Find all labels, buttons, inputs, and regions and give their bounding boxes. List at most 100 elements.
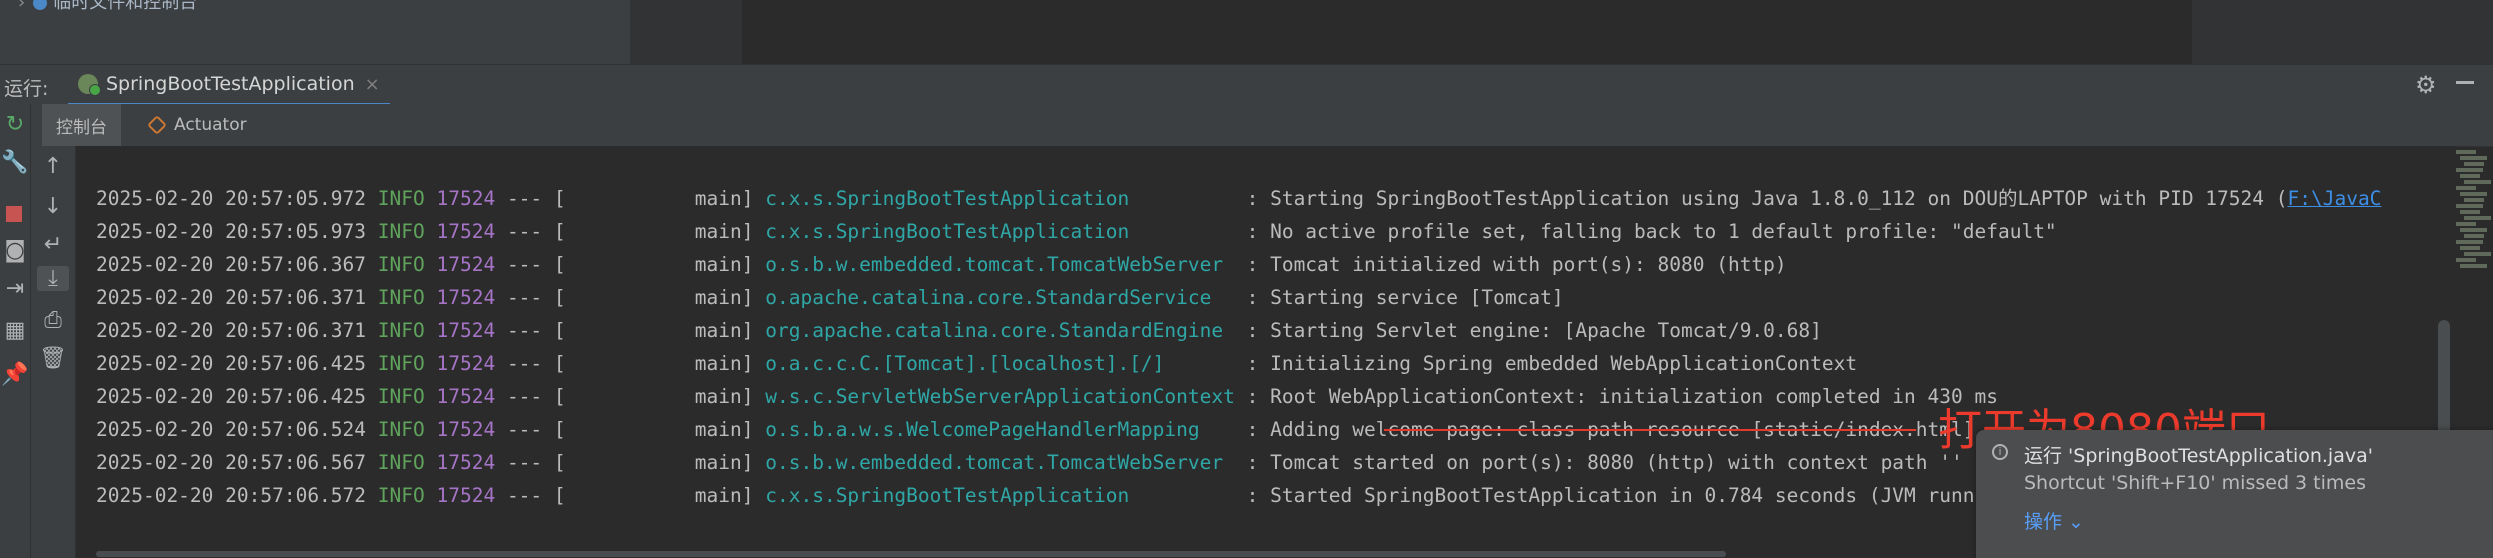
minimap-line [2460,174,2480,178]
notification-body: Shortcut 'Shift+F10' missed 3 times [2024,472,2366,494]
log-line: 2025-02-20 20:57:05.972 INFO 17524 --- [… [96,184,2381,214]
close-icon[interactable]: × [365,74,380,95]
scratch-icon [33,0,48,10]
exit-icon[interactable]: ⇥ [0,276,30,301]
scroll-to-end-icon[interactable]: ⤓ [37,266,69,291]
minimap-line [2460,246,2480,250]
log-logger: o.s.b.w.embedded.tomcat.TomcatWebServer [765,253,1224,276]
tree-item-scratches[interactable]: › 临时文件和控制台 [18,0,197,14]
side-panel [2192,0,2493,64]
minimap-line [2464,234,2484,238]
minimap-line [2456,258,2476,262]
log-line: 2025-02-20 20:57:06.371 INFO 17524 --- [… [96,316,1822,346]
log-line: 2025-02-20 20:57:06.371 INFO 17524 --- [… [96,283,1564,313]
log-logger: o.a.c.c.C.[Tomcat].[localhost].[/] [765,352,1165,375]
trash-icon[interactable]: 🗑 [31,346,75,371]
rerun-icon[interactable]: ↻ [0,112,30,137]
log-timestamp: 2025-02-20 20:57:05.972 [96,187,367,210]
pin-icon[interactable]: 📌 [0,362,30,387]
log-message: : Initializing Spring embedded WebApplic… [1246,352,1858,375]
console-toolbar: ↑ ↓ ↵ ⤓ ⎙ 🗑 [31,146,76,558]
log-timestamp: 2025-02-20 20:57:06.371 [96,319,367,342]
log-pid: 17524 [436,385,496,408]
annotation-underline [1384,429,1916,431]
print-icon[interactable]: ⎙ [31,308,75,333]
log-thread: main] [565,385,754,408]
log-line: 2025-02-20 20:57:06.425 INFO 17524 --- [… [96,382,1998,412]
log-pid: 17524 [436,253,496,276]
log-timestamp: 2025-02-20 20:57:06.371 [96,286,367,309]
log-message: : Starting SpringBootTestApplication usi… [1246,187,2288,210]
arrow-up-icon[interactable]: ↑ [31,154,75,179]
log-line: 2025-02-20 20:57:06.367 INFO 17524 --- [… [96,250,1787,280]
log-padding [1211,286,1246,309]
log-timestamp: 2025-02-20 20:57:05.973 [96,220,367,243]
log-level: INFO [377,319,425,342]
minimap-line [2460,264,2487,268]
log-separator: --- [ [495,385,566,408]
minimap-line [2456,222,2476,226]
log-pid: 17524 [436,352,496,375]
minimap-line [2460,228,2487,232]
log-timestamp: 2025-02-20 20:57:06.425 [96,352,367,375]
log-separator: --- [ [495,352,566,375]
chevron-right-icon[interactable]: › [18,0,25,13]
log-level: INFO [377,385,425,408]
log-thread: main] [565,253,754,276]
log-logger: org.apache.catalina.core.StandardEngine [765,319,1224,342]
gear-icon[interactable]: ⚙ [2415,71,2437,99]
horizontal-scrollbar[interactable] [96,551,1726,557]
minimap-line [2460,156,2487,160]
log-level: INFO [377,484,425,507]
log-pid: 17524 [436,319,496,342]
log-padding [1200,418,1247,441]
log-timestamp: 2025-02-20 20:57:06.367 [96,253,367,276]
minimap-line [2456,240,2483,244]
log-logger: c.x.s.SpringBootTestApplication [765,220,1130,243]
tree-item-label: 临时文件和控制台 [53,0,198,13]
notification-action-link[interactable]: 操作 ⌄ [2024,507,2084,534]
tab-console[interactable]: 控制台 [42,104,121,146]
wrench-icon[interactable]: 🔧 [0,150,30,175]
log-padding [1164,352,1246,375]
log-logger: c.x.s.SpringBootTestApplication [765,484,1130,507]
project-tree-panel: › 临时文件和控制台 [0,0,630,64]
log-padding [1129,187,1246,210]
log-level: INFO [377,451,425,474]
minimap-line [2456,186,2476,190]
minimap-line [2464,162,2484,166]
run-tab-label: SpringBootTestApplication [106,73,355,95]
layout-icon[interactable]: ▦ [0,318,30,343]
stop-icon[interactable] [6,206,22,222]
log-thread: main] [565,187,754,210]
log-link[interactable]: F:\JavaC [2288,187,2382,210]
log-padding [1235,385,1247,408]
log-message: : Starting Servlet engine: [Apache Tomca… [1246,319,1822,342]
soft-wrap-icon[interactable]: ↵ [31,232,75,257]
log-separator: --- [ [495,187,566,210]
log-timestamp: 2025-02-20 20:57:06.567 [96,451,367,474]
log-thread: main] [565,286,754,309]
log-separator: --- [ [495,418,566,441]
log-padding [1223,451,1246,474]
log-message: : Starting service [Tomcat] [1246,286,1564,309]
notification-balloon[interactable]: i 运行 'SpringBootTestApplication.java' Sh… [1976,430,2493,558]
notification-title: 运行 'SpringBootTestApplication.java' [2024,445,2373,467]
info-icon: i [1992,444,2008,460]
actuator-icon [148,116,166,134]
log-thread: main] [565,484,754,507]
log-padding [1223,319,1246,342]
tab-actuator[interactable]: Actuator [138,104,257,146]
log-padding [1223,253,1246,276]
log-separator: --- [ [495,484,566,507]
log-logger: o.apache.catalina.core.StandardService [765,286,1212,309]
minimize-icon[interactable] [2456,81,2474,84]
arrow-down-icon[interactable]: ↓ [31,194,75,219]
minimap-line [2456,204,2483,208]
run-tab-springboot[interactable]: SpringBootTestApplication × [68,65,390,107]
tab-console-label: 控制台 [56,117,107,138]
log-pid: 17524 [436,286,496,309]
log-pid: 17524 [436,484,496,507]
log-message: : Tomcat initialized with port(s): 8080 … [1246,253,1787,276]
camera-icon[interactable]: ◙ [0,238,30,263]
